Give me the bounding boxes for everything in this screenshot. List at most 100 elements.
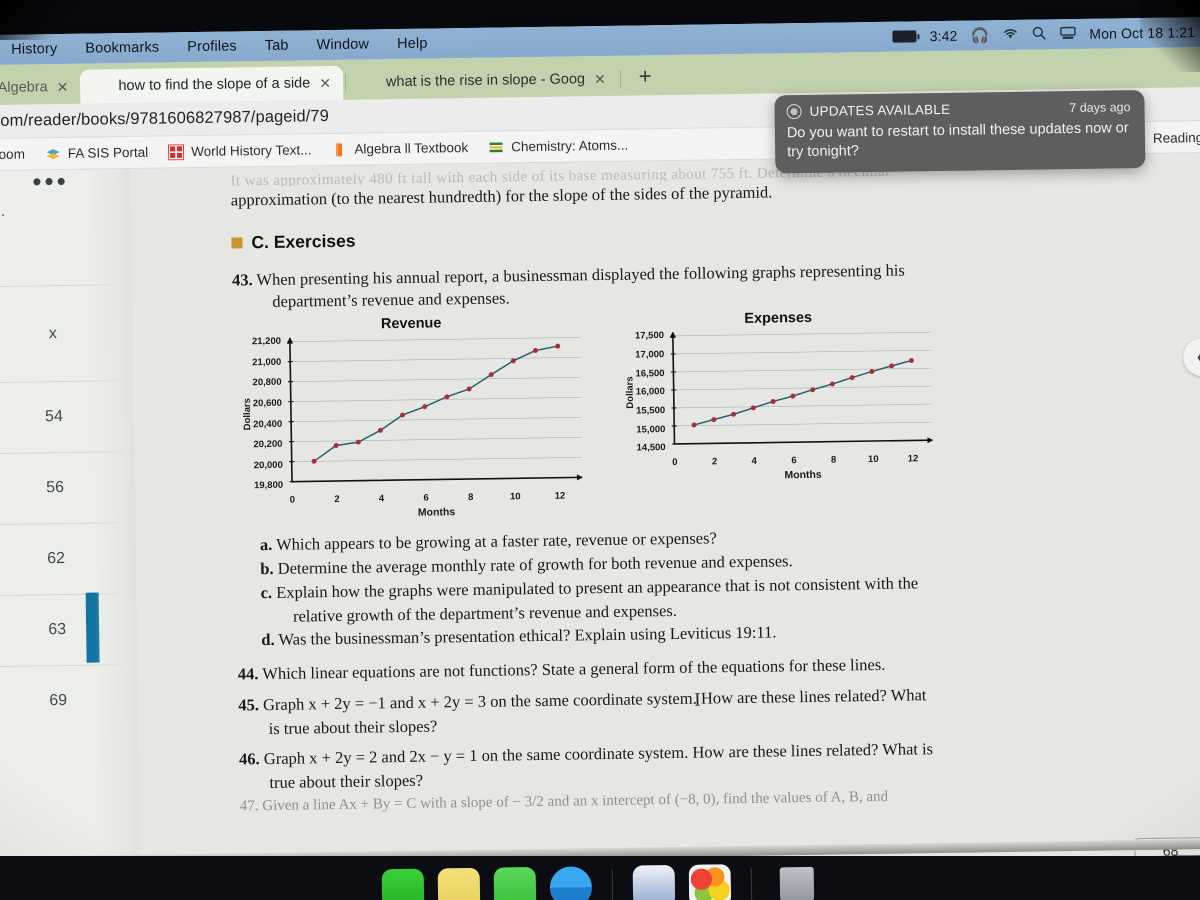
- tab-label: how to find the slope of a side: [118, 75, 311, 95]
- bookmark-label: Chemistry: Atoms...: [511, 137, 629, 155]
- tab-what-is-the-rise-in-slope[interactable]: what is the rise in slope - Goog ✕: [348, 62, 618, 100]
- bookmark-label: Algebra ll Textbook: [354, 139, 469, 157]
- tab-label: elf: Algebra: [0, 79, 48, 96]
- exercise-number: 45.: [238, 694, 260, 715]
- section-heading: C. Exercises: [231, 218, 1200, 253]
- yellow-notes-icon[interactable]: [437, 867, 480, 900]
- figure-revenue-expenses: Revenue Dollars 21,200 21,000 20,800 20,600…: [233, 304, 1200, 521]
- notification-timestamp: 7 days ago: [1069, 99, 1131, 115]
- y-tick-label: 20,000: [253, 459, 283, 471]
- wifi-icon[interactable]: [1002, 27, 1018, 43]
- chart-title: Revenue: [380, 315, 442, 333]
- x-tick-label: 2: [334, 494, 340, 506]
- exercise-number: 46.: [238, 749, 260, 769]
- stacked-books-icon: [488, 139, 504, 155]
- text-cursor: I: [694, 689, 701, 711]
- headphones-icon[interactable]: 🎧: [970, 27, 989, 44]
- search-icon[interactable]: [1031, 25, 1046, 43]
- close-icon[interactable]: ✕: [594, 70, 606, 87]
- dock-divider: [611, 869, 613, 900]
- x-tick-label: 10: [510, 491, 521, 503]
- photos-icon[interactable]: [688, 864, 731, 900]
- green-messages-icon[interactable]: [493, 866, 536, 900]
- reader-viewport: ••• Kni... x 54 56 62 63 69 It was appro…: [0, 152, 1200, 874]
- y-tick-label: 20,400: [253, 418, 283, 430]
- revenue-line-chart: [287, 336, 584, 483]
- menu-item-history[interactable]: History: [0, 41, 71, 58]
- red-grid-icon: [168, 143, 185, 160]
- orange-book-icon: [331, 141, 347, 157]
- menu-item-tab[interactable]: Tab: [251, 37, 303, 54]
- green-app-icon[interactable]: [381, 868, 424, 900]
- subquestion-text: Which appears to be growing at a faster …: [275, 528, 717, 555]
- close-icon[interactable]: ✕: [57, 78, 69, 95]
- bookmark-world-history-text[interactable]: World History Text...: [161, 142, 319, 160]
- orange-book-glyph: [336, 142, 343, 156]
- photo-shadow-right: [1140, 0, 1200, 72]
- x-tick-label: 10: [867, 454, 879, 466]
- chart-y-tick-labels: 21,200 21,000 20,800 20,600 20,400 20,200 20,0…: [252, 336, 286, 492]
- screen-mirroring-icon[interactable]: [1059, 25, 1076, 42]
- bookmark-label: FA SIS Portal: [67, 144, 149, 161]
- bookmark-fa-sis-portal[interactable]: FA SIS Portal: [38, 144, 156, 162]
- x-tick-label: 12: [554, 490, 566, 503]
- subquestion-letter: b.: [260, 558, 274, 579]
- address-bar[interactable]: ce.com/reader/books/9781606827987/pageid…: [0, 107, 329, 131]
- blue-folder-icon[interactable]: [632, 864, 675, 900]
- dock-divider: [750, 867, 752, 900]
- books-glyph: [46, 148, 60, 159]
- x-tick-label: 8: [468, 492, 474, 504]
- x-tick-label: 4: [751, 456, 757, 468]
- y-tick-label: 14,500: [636, 442, 666, 454]
- notification-body: Do you want to restart to install these …: [786, 120, 1129, 160]
- menu-item-window[interactable]: Window: [302, 36, 383, 53]
- x-tick-label: 6: [791, 455, 797, 467]
- y-tick-label: 17,000: [635, 349, 665, 361]
- tab-how-to-find-the-slope[interactable]: how to find the slope of a side ✕: [80, 65, 344, 104]
- chart-plot-area: 0 2 4 6 8 10 12 Months: [667, 328, 937, 483]
- bookmark-classroom[interactable]: lassroom: [0, 146, 32, 163]
- tab-label: what is the rise in slope - Goog: [385, 71, 586, 91]
- tab-divider: [344, 73, 347, 92]
- exercise-43: 43. When presenting his annual report, a…: [232, 255, 1200, 312]
- menu-item-bookmarks[interactable]: Bookmarks: [71, 39, 173, 57]
- close-icon[interactable]: ✕: [319, 75, 331, 92]
- menu-item-profiles[interactable]: Profiles: [173, 38, 251, 55]
- exercise-43-subquestions: a. Which appears to be growing at a fast…: [236, 519, 1200, 652]
- battery-icon[interactable]: [892, 30, 917, 43]
- red-grid-glyph: [168, 143, 185, 160]
- software-update-icon: [786, 104, 802, 120]
- x-tick-label: 12: [907, 453, 919, 465]
- bookmark-algebra-ii-textbook[interactable]: Algebra ll Textbook: [324, 139, 475, 157]
- subquestion-letter: d.: [261, 630, 275, 650]
- x-tick-label: 6: [423, 492, 429, 504]
- y-tick-label: 19,800: [253, 480, 284, 492]
- exercise-text: Which linear equations are not functions…: [262, 654, 886, 684]
- trash-icon[interactable]: [771, 863, 824, 900]
- tab-elf-algebra[interactable]: elf: Algebra ✕: [0, 70, 81, 106]
- system-notification[interactable]: UPDATES AVAILABLE 7 days ago Do you want…: [774, 89, 1146, 174]
- x-tick-label: 0: [672, 457, 678, 469]
- chart-expenses: Expenses Dollars 17,500 17,000 16,500 16,00…: [622, 308, 938, 516]
- blue-safari-icon[interactable]: [549, 866, 592, 900]
- x-tick-label: 8: [830, 454, 837, 466]
- chart-xlabel: Months: [784, 469, 822, 482]
- expenses-line-chart: [670, 331, 934, 446]
- menu-item-help[interactable]: Help: [383, 35, 442, 52]
- chart-plot-area: 0 2 4 6 8 10 12 Months: [284, 334, 587, 521]
- x-tick-label: 4: [378, 493, 385, 505]
- reading-list-label[interactable]: Reading List: [1153, 129, 1200, 145]
- bookmark-chemistry-atoms[interactable]: Chemistry: Atoms...: [481, 137, 635, 155]
- screen-mirroring-glyph: [1060, 26, 1076, 39]
- y-tick-label: 15,000: [636, 423, 666, 436]
- google-icon: [92, 78, 109, 95]
- google-icon: [360, 74, 377, 91]
- wifi-glyph: [1003, 29, 1017, 39]
- exercise-45: 45. Graph x + 2y = −1 and x + 2y = 3 on …: [238, 679, 1200, 741]
- new-tab-button[interactable]: +: [623, 63, 668, 96]
- chart-ylabel: Dollars: [624, 376, 637, 410]
- bullet-square-icon: [231, 237, 243, 249]
- section-heading-label: C. Exercises: [251, 231, 356, 253]
- thumbnail-label: 56: [46, 479, 65, 497]
- thumbnail-label: x: [48, 324, 57, 342]
